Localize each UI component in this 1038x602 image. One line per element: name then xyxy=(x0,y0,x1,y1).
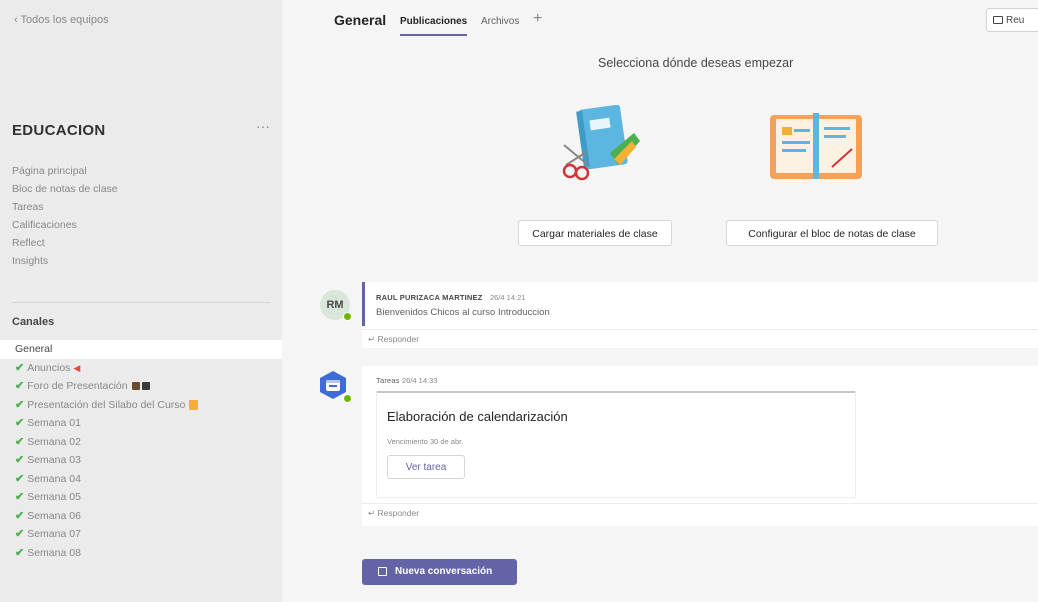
check-icon: ✔ xyxy=(15,528,25,540)
new-conversation-button[interactable]: Nueva conversación xyxy=(362,559,517,585)
assignment-card: Elaboración de calendarización Vencimien… xyxy=(376,391,856,498)
message-timestamp: 26/4 14:33 xyxy=(402,376,438,385)
setup-class-notebook-button[interactable]: Configurar el bloc de notas de clase xyxy=(726,220,938,246)
team-sidebar: ‹ Todos los equipos EDUCACION ··· Página… xyxy=(0,0,282,602)
channel-label: Semana 03 xyxy=(27,454,81,466)
check-icon: ✔ xyxy=(15,472,25,485)
presence-indicator xyxy=(343,312,352,321)
channel-label: Semana 06 xyxy=(27,509,81,522)
upload-class-materials-button[interactable]: Cargar materiales de clase xyxy=(518,220,672,246)
message-body: Bienvenidos Chicos al curso Introduccion xyxy=(376,307,550,318)
class-materials-illustration xyxy=(562,105,640,181)
channel-item[interactable]: ✔ Presentación del Silabo del Curso xyxy=(0,396,282,415)
channel-item[interactable]: General xyxy=(0,340,282,359)
sidebar-item-insights[interactable]: Insights xyxy=(12,252,118,270)
channel-item[interactable]: ✔ Semana 07 xyxy=(0,525,282,544)
back-to-teams-link[interactable]: ‹ Todos los equipos xyxy=(14,14,109,26)
channel-item[interactable]: ✔ Anuncios ◀ xyxy=(0,359,282,378)
sidebar-divider xyxy=(12,302,270,303)
tab-archivos[interactable]: Archivos xyxy=(481,16,519,27)
megaphone-icon: ◀ xyxy=(73,362,81,373)
card-accent-bar xyxy=(362,282,365,326)
view-assignment-button[interactable]: Ver tarea xyxy=(387,455,465,479)
sidebar-item-tareas[interactable]: Tareas xyxy=(12,198,118,216)
message-card: RAUL PURIZACA MARTINEZ 26/4 14:21 Bienve… xyxy=(362,282,1038,348)
onboarding-prompt: Selecciona dónde deseas empezar xyxy=(598,56,794,70)
reply-button[interactable]: ↵ Responder xyxy=(362,503,1038,521)
channel-item[interactable]: ✔ Foro de Presentación xyxy=(0,377,282,396)
channel-label: Semana 01 xyxy=(27,417,81,429)
class-notebook-illustration xyxy=(770,113,862,179)
channel-item[interactable]: ✔ Semana 08 xyxy=(0,544,282,563)
new-conversation-label: Nueva conversación xyxy=(395,566,493,577)
channel-header: General Publicaciones Archivos + Reu xyxy=(282,0,1038,42)
compose-icon xyxy=(378,566,387,576)
message-author: Tareas xyxy=(376,376,400,385)
meet-button[interactable]: Reu xyxy=(986,8,1038,32)
channel-label: Semana 07 xyxy=(27,528,81,540)
sidebar-item-calificaciones[interactable]: Calificaciones xyxy=(12,216,118,234)
sidebar-item-reflect[interactable]: Reflect xyxy=(12,234,118,252)
check-icon: ✔ xyxy=(15,398,25,411)
people-emoji-icon xyxy=(141,382,150,391)
tab-publicaciones[interactable]: Publicaciones xyxy=(400,16,468,36)
channel-label: Semana 04 xyxy=(27,472,81,485)
message-author: RAUL PURIZACA MARTINEZ xyxy=(376,293,483,302)
sidebar-item-bloc-de-notas[interactable]: Bloc de notas de clase xyxy=(12,180,118,198)
channel-item[interactable]: ✔ Semana 02 xyxy=(0,433,282,452)
check-icon: ✔ xyxy=(15,380,25,392)
channel-item[interactable]: ✔ Semana 06 xyxy=(0,507,282,526)
add-tab-icon[interactable]: + xyxy=(533,10,542,28)
sidebar-item-pagina-principal[interactable]: Página principal xyxy=(12,162,118,180)
channel-item[interactable]: ✔ Semana 05 xyxy=(0,488,282,507)
channel-label: Semana 05 xyxy=(27,491,81,503)
assignment-title: Elaboración de calendarización xyxy=(387,409,568,424)
channel-list: General ✔ Anuncios ◀ ✔ Foro de Presentación… xyxy=(0,340,282,562)
reply-button[interactable]: ↵ Responder xyxy=(362,329,1038,347)
channel-label: General xyxy=(15,343,53,355)
channel-main: General Publicaciones Archivos + Reu Sel… xyxy=(282,0,1038,602)
team-tabs-list: Página principal Bloc de notas de clase … xyxy=(12,162,118,270)
more-options-icon[interactable]: ··· xyxy=(256,118,270,134)
check-icon: ✔ xyxy=(15,509,25,522)
reply-label: Responder xyxy=(377,334,420,344)
channel-item[interactable]: ✔ Semana 04 xyxy=(0,470,282,489)
check-icon: ✔ xyxy=(15,491,25,503)
channels-heading: Canales xyxy=(12,316,55,328)
channel-label: Presentación del Silabo del Curso xyxy=(27,398,186,411)
meet-button-label: Reu xyxy=(1006,15,1025,26)
channel-item[interactable]: ✔ Semana 03 xyxy=(0,451,282,470)
message-card: Tareas 26/4 14:33 Elaboración de calenda… xyxy=(362,366,1038,526)
channel-item[interactable]: ✔ Semana 01 xyxy=(0,414,282,433)
reply-label: Responder xyxy=(377,508,420,518)
people-emoji-icon xyxy=(131,382,140,391)
video-camera-icon xyxy=(993,16,1003,25)
check-icon: ✔ xyxy=(15,546,25,559)
channel-label: Foro de Presentación xyxy=(27,380,128,392)
team-name: EDUCACION xyxy=(12,122,106,139)
message-timestamp: 26/4 14:21 xyxy=(490,293,526,302)
notebook-emoji-icon xyxy=(189,399,199,410)
channel-label: Semana 08 xyxy=(27,546,81,559)
channel-title: General xyxy=(334,12,387,28)
check-icon: ✔ xyxy=(15,361,25,374)
presence-indicator xyxy=(343,394,352,403)
assignment-due-date: Vencimiento 30 de abr. xyxy=(387,437,464,446)
channel-label: Anuncios xyxy=(27,361,71,374)
check-icon: ✔ xyxy=(15,435,25,448)
check-icon: ✔ xyxy=(15,454,25,466)
check-icon: ✔ xyxy=(15,417,25,429)
channel-label: Semana 02 xyxy=(27,435,81,448)
